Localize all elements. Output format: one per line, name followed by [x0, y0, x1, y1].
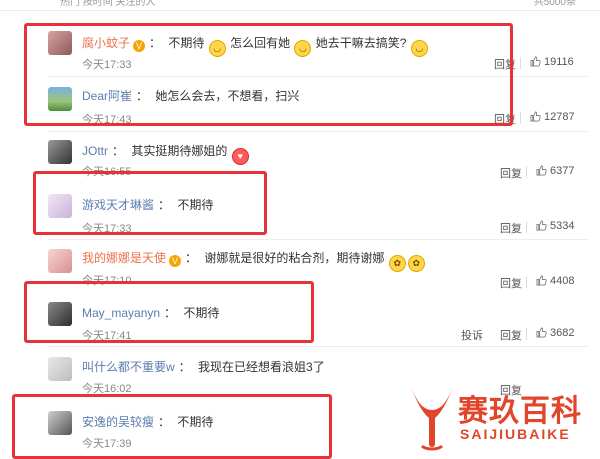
thumbs-up-icon — [530, 111, 541, 122]
comment-count: 共5000条 — [533, 0, 576, 8]
divider — [526, 221, 527, 233]
verified-badge-icon: V — [169, 255, 182, 267]
comment-text: 我现在已经想看浪姐3了 — [198, 360, 325, 374]
sort-tabs[interactable]: 热门 按时间 关注的人 — [60, 0, 156, 8]
username[interactable]: 叫什么都不重要w — [82, 360, 175, 374]
avatar[interactable] — [48, 249, 72, 273]
thumbs-up-icon — [536, 327, 547, 338]
whale-tail-icon — [412, 388, 452, 451]
username[interactable]: 我的娜娜是天使 — [82, 251, 166, 265]
divider — [526, 166, 527, 178]
divider — [520, 112, 521, 124]
like-count: 5334 — [550, 220, 575, 232]
highlight-box — [12, 394, 332, 459]
watermark-logo: 赛玖百科 SAIJIUBAIKE — [408, 382, 598, 457]
comment-sort-bar: 热门 按时间 关注的人 共5000条 — [0, 0, 600, 11]
divider — [48, 131, 588, 132]
divider — [520, 57, 521, 69]
divider — [48, 239, 588, 240]
thumbs-up-icon — [536, 165, 547, 176]
username[interactable]: JOttr — [82, 144, 108, 158]
avatar[interactable] — [48, 357, 72, 381]
divider — [48, 346, 588, 347]
like-count: 4408 — [550, 275, 575, 287]
watermark-title: 赛玖百科 — [458, 394, 582, 429]
report-button[interactable]: 投诉 — [461, 327, 483, 343]
like-count: 3682 — [550, 327, 575, 339]
thumbs-up-icon — [536, 275, 547, 286]
comment-text: 其实挺期待娜姐的 — [131, 144, 228, 158]
like-button[interactable]: 3682 — [536, 327, 574, 339]
reply-button[interactable]: 回复 — [500, 165, 522, 181]
thumbs-up-icon — [530, 56, 541, 67]
like-button[interactable]: 6377 — [536, 165, 574, 177]
heart-eyes-emoji-icon: ♥ — [231, 148, 249, 165]
reply-button[interactable]: 回复 — [500, 275, 522, 291]
like-button[interactable]: 12787 — [530, 111, 575, 123]
like-button[interactable]: 4408 — [536, 275, 574, 287]
watermark-subtitle: SAIJIUBAIKE — [460, 426, 571, 442]
comment-text: 谢娜就是很好的粘合剂，期待谢娜 — [204, 251, 385, 265]
like-button[interactable]: 5334 — [536, 220, 574, 232]
like-button[interactable]: 19116 — [530, 56, 574, 68]
divider — [526, 328, 527, 340]
reply-button[interactable]: 回复 — [500, 220, 522, 236]
like-count: 12787 — [544, 111, 575, 123]
cute-emoji-icon: ✿ — [407, 255, 425, 272]
avatar[interactable] — [48, 140, 72, 164]
reply-button[interactable]: 回复 — [500, 327, 522, 343]
cute-emoji-icon: ✿ — [388, 255, 406, 272]
thumbs-up-icon — [536, 220, 547, 231]
divider — [526, 276, 527, 288]
highlight-box — [33, 171, 267, 235]
like-count: 19116 — [544, 56, 574, 68]
highlight-box — [24, 281, 314, 343]
highlight-box — [24, 23, 513, 126]
like-count: 6377 — [550, 165, 575, 177]
